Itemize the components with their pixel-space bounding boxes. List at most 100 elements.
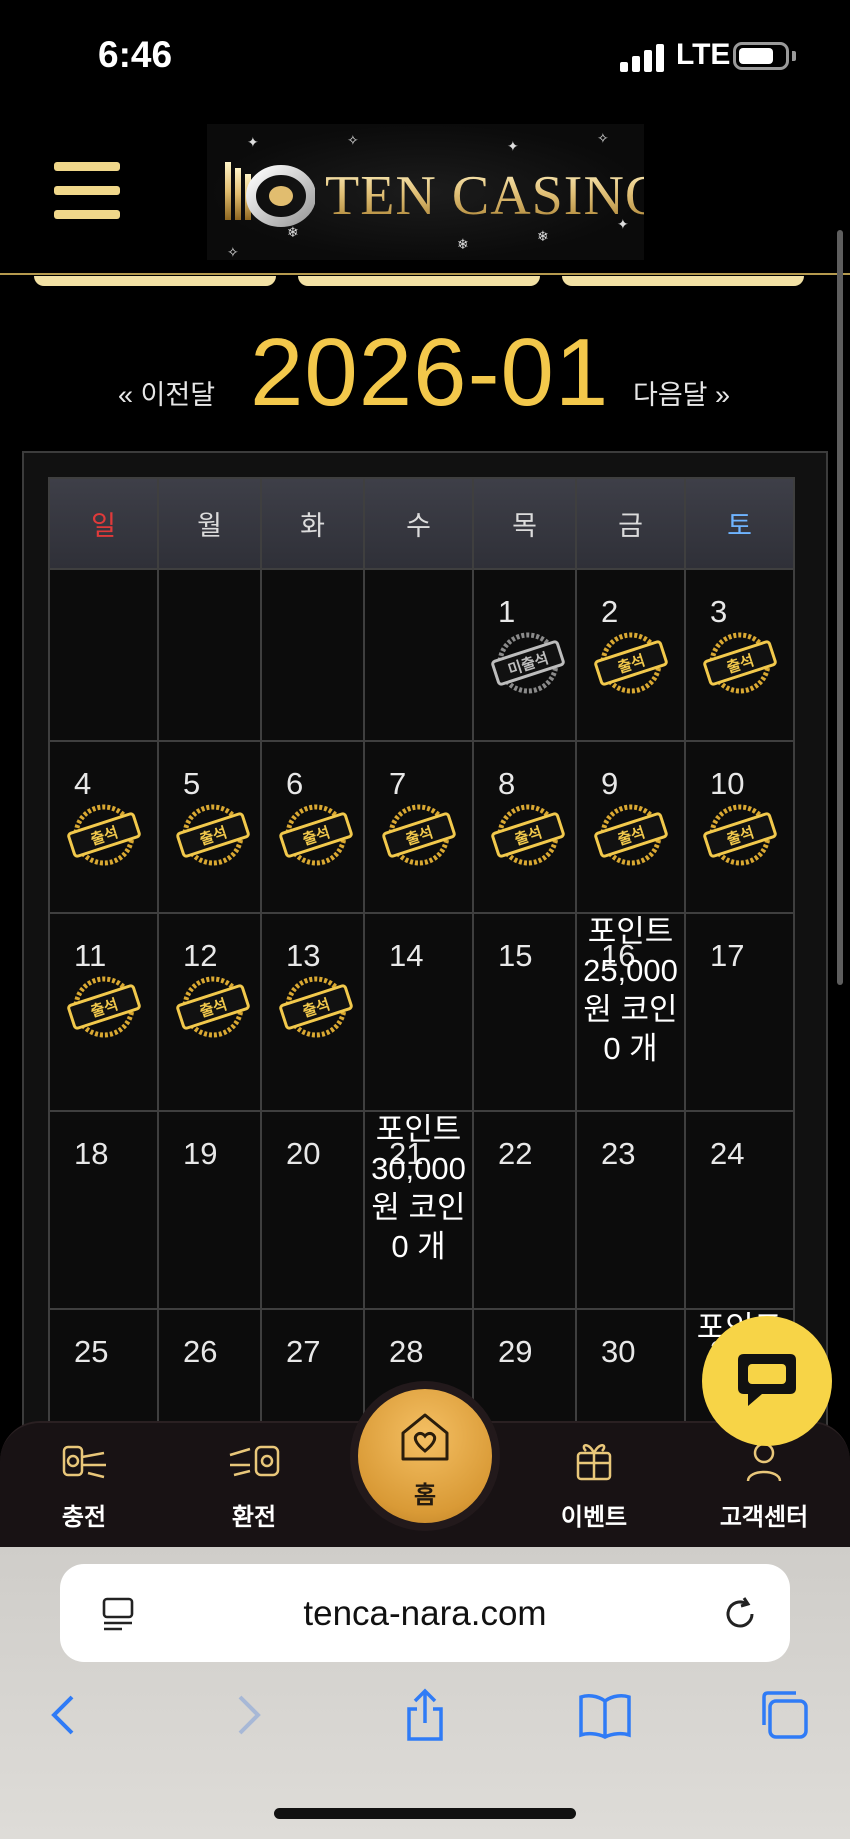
calendar-day-cell: 6 출석 — [260, 740, 365, 914]
calendar-day-cell: 13 출석 — [260, 912, 365, 1112]
day-number: 18 — [74, 1136, 109, 1171]
chat-button[interactable] — [702, 1316, 832, 1446]
attendance-stamp-icon: 출석 — [703, 804, 777, 866]
calendar-day-cell: 26 — [157, 1308, 262, 1428]
calendar-day-cell: 1 미출석 — [472, 568, 577, 742]
day-number: 22 — [498, 1136, 533, 1171]
tab-2[interactable] — [298, 276, 540, 286]
day-number: 17 — [710, 938, 745, 973]
calendar-day-cell: 17 — [684, 912, 795, 1112]
attendance-stamp-icon: 출석 — [176, 976, 250, 1038]
day-number: 23 — [601, 1136, 636, 1171]
next-month-link[interactable]: 다음달 » — [633, 373, 730, 412]
attendance-stamp-icon: 출석 — [67, 976, 141, 1038]
share-icon[interactable] — [397, 1687, 453, 1743]
status-time: 6:46 — [98, 34, 173, 75]
tab-3[interactable] — [562, 276, 804, 286]
gift-icon — [576, 1444, 612, 1481]
calendar-week: 4 출석 5 출석 6 출석 7 출석 8 출석 9 출석 10 출석 — [48, 740, 795, 914]
nav-event[interactable]: 이벤트 — [534, 1423, 654, 1549]
nav-support-label: 고객센터 — [719, 1504, 809, 1531]
day-number: 1 — [498, 594, 516, 629]
weekday-header: 일월화수목금토 — [48, 477, 795, 570]
weekday-1: 월 — [157, 477, 262, 570]
battery-tip — [792, 51, 796, 61]
scrollbar[interactable] — [837, 230, 843, 985]
prev-month-link[interactable]: « 이전달 — [118, 373, 215, 412]
tab-strip — [0, 276, 850, 296]
calendar-week: 1 미출석 2 출석 3 출석 — [48, 568, 795, 742]
day-number: 11 — [74, 938, 107, 973]
weekday-4: 목 — [472, 477, 577, 570]
nav-exchange-label: 환전 — [231, 1504, 277, 1531]
attendance-calendar: 일 월 화 수 목 금 토 1 미출석 2 출석 3 출석 4 출석 5 출석 6 출석 7 출석 8 출석 9 출석 10 출석 1… — [22, 451, 828, 1451]
status-bar: 6:46 LTE — [0, 0, 850, 110]
day-number: 19 — [183, 1136, 218, 1171]
weekday-6: 토 — [684, 477, 795, 570]
calendar-day-cell: 7 출석 — [363, 740, 474, 914]
day-number: 8 — [498, 766, 516, 801]
day-number: 14 — [389, 938, 424, 973]
attendance-stamp-icon: 출석 — [279, 976, 353, 1038]
calendar-day-cell: 11 출석 — [48, 912, 159, 1112]
attendance-stamp-icon: 출석 — [594, 632, 668, 694]
attendance-stamp-icon: 출석 — [176, 804, 250, 866]
weekday-3: 수 — [363, 477, 474, 570]
tabs-icon[interactable] — [756, 1687, 812, 1743]
browser-chrome: tenca-nara.com — [0, 1547, 850, 1839]
nav-charge[interactable]: 충전 — [24, 1423, 144, 1549]
back-icon[interactable] — [36, 1687, 92, 1743]
day-number: 7 — [389, 766, 407, 801]
day-number: 3 — [710, 594, 728, 629]
bookmarks-icon[interactable] — [577, 1687, 633, 1743]
attendance-stamp-icon: 출석 — [594, 804, 668, 866]
day-number: 6 — [286, 766, 304, 801]
reward-text: 포인트 25,000 원 코인0 개 — [583, 914, 678, 1066]
site-logo[interactable]: TEN CASINO ✦ ❄ ✧ ❄ ✦ ❄ ✧ ✦ ✧ — [207, 124, 644, 260]
day-number: 13 — [286, 938, 321, 973]
month-navigation: « 이전달 2026-01 다음달 » — [0, 318, 850, 428]
reload-icon[interactable] — [720, 1594, 760, 1634]
absent-stamp-icon: 미출석 — [491, 632, 565, 694]
calendar-day-cell: 24 — [684, 1110, 795, 1310]
charge-icon — [62, 1445, 106, 1479]
attendance-stamp-icon: 출석 — [491, 804, 565, 866]
calendar-day-cell: 5 출석 — [157, 740, 262, 914]
calendar-day-cell: 12 출석 — [157, 912, 262, 1112]
home-heart-icon — [401, 1413, 449, 1461]
nav-exchange[interactable]: 환전 — [194, 1423, 314, 1549]
calendar-day-cell — [48, 568, 159, 742]
weekday-5: 금 — [575, 477, 686, 570]
tab-1[interactable] — [34, 276, 276, 286]
day-number: 5 — [183, 766, 201, 801]
home-button[interactable]: 홈 — [358, 1389, 492, 1523]
calendar-day-cell: 9 출석 — [575, 740, 686, 914]
reward-text: 포인트 30,000 원 코인0 개 — [371, 1112, 466, 1264]
calendar-day-cell: 29 — [472, 1308, 577, 1428]
forward-icon[interactable] — [220, 1687, 276, 1743]
day-number: 12 — [183, 938, 218, 973]
day-number: 4 — [74, 766, 92, 801]
home-indicator — [274, 1808, 576, 1819]
calendar-day-cell: 4 출석 — [48, 740, 159, 914]
calendar-day-cell: 2 출석 — [575, 568, 686, 742]
calendar-day-cell: 10 출석 — [684, 740, 795, 914]
address-bar[interactable]: tenca-nara.com — [60, 1564, 790, 1662]
day-number: 10 — [710, 766, 745, 801]
day-number: 26 — [183, 1334, 218, 1369]
day-number: 27 — [286, 1334, 321, 1369]
calendar-day-cell: 3 출석 — [684, 568, 795, 742]
day-number: 15 — [498, 938, 533, 973]
menu-icon[interactable] — [54, 162, 120, 220]
calendar-day-cell: 20 — [260, 1110, 365, 1310]
attendance-stamp-icon: 출석 — [382, 804, 456, 866]
calendar-day-cell: 15 — [472, 912, 577, 1112]
calendar-week: 11 출석 12 출석 13 출석 14 15 16 포인트 25,000 원 코인0 개 17 — [48, 912, 795, 1112]
exchange-icon — [229, 1445, 280, 1477]
attendance-stamp-icon: 출석 — [279, 804, 353, 866]
day-number: 30 — [601, 1334, 636, 1369]
attendance-stamp-icon: 출석 — [703, 632, 777, 694]
calendar-day-cell: 16 포인트 25,000 원 코인0 개 — [575, 912, 686, 1112]
battery-icon — [733, 42, 789, 70]
logo-text: TEN CASINO — [325, 164, 644, 228]
